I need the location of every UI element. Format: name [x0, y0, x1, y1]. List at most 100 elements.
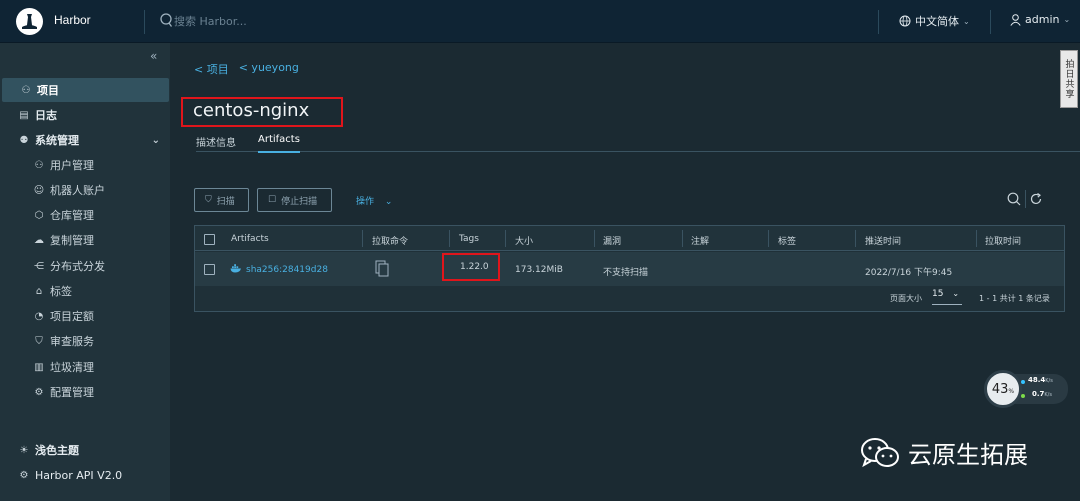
- theme-toggle[interactable]: ☀ 浅色主题: [0, 438, 170, 462]
- column-pull-command[interactable]: 拉取命令: [372, 234, 408, 247]
- column-labels[interactable]: 标签: [778, 234, 796, 247]
- top-nav: Harbor 中文简体 ⌄ admin ⌄: [0, 0, 1080, 43]
- actions-dropdown[interactable]: 操作 ⌄: [356, 194, 392, 207]
- sidebar-item-replications[interactable]: ☁ 复制管理: [0, 228, 170, 252]
- highlight-box: [442, 253, 500, 281]
- shield-icon: ⛉: [205, 195, 212, 205]
- language-label: 中文简体: [915, 15, 959, 28]
- column-divider: [976, 230, 977, 247]
- stop-scan-button[interactable]: ☐ 停止扫描: [257, 188, 332, 212]
- header-divider: [990, 10, 991, 34]
- column-vulnerabilities[interactable]: 漏洞: [603, 234, 621, 247]
- sidebar-item-robot-accounts[interactable]: ☺ 机器人账户: [0, 178, 170, 202]
- trash-icon: ▥: [34, 361, 44, 373]
- artifact-size: 173.12MiB: [515, 265, 563, 275]
- column-annotations[interactable]: 注解: [691, 234, 709, 247]
- shield-icon: ⛉: [35, 335, 43, 347]
- sidebar-item-label: 配置管理: [50, 386, 94, 399]
- table-row[interactable]: sha256:28419d28 1.22.0 173.12MiB 不支持扫描 2…: [195, 252, 1064, 286]
- copy-icon[interactable]: [375, 260, 389, 277]
- sidebar-item-quotas[interactable]: ◔ 项目定额: [0, 304, 170, 328]
- column-size[interactable]: 大小: [515, 234, 533, 247]
- collapse-sidebar-icon[interactable]: «: [150, 49, 157, 63]
- theme-label: 浅色主题: [35, 444, 79, 457]
- robot-icon: ☺: [33, 184, 45, 196]
- quota-icon: ◔: [34, 310, 44, 322]
- search-icon[interactable]: [160, 13, 172, 27]
- sidebar-item-projects[interactable]: ⚇ 项目: [2, 78, 169, 102]
- row-checkbox[interactable]: [204, 264, 215, 275]
- artifact-digest-link[interactable]: sha256:28419d28: [246, 265, 328, 275]
- push-time: 2022/7/16 下午9:45: [865, 268, 953, 278]
- sidebar-item-configuration[interactable]: ⚙ 配置管理: [0, 380, 170, 404]
- logs-icon: ▤: [19, 109, 29, 121]
- column-artifacts[interactable]: Artifacts: [231, 234, 269, 244]
- select-all-checkbox[interactable]: [204, 234, 215, 245]
- sidebar-item-label: 项目: [37, 84, 59, 97]
- sidebar-item-label: 系统管理: [35, 134, 79, 147]
- column-pull-time[interactable]: 拉取时间: [985, 234, 1021, 247]
- docker-icon: [230, 264, 241, 273]
- distribution-icon: ⋲: [34, 260, 44, 272]
- sidebar-item-distributions[interactable]: ⋲ 分布式分发: [0, 254, 170, 278]
- actions-label: 操作: [356, 197, 375, 207]
- header-divider: [878, 10, 879, 34]
- sidebar-item-logs[interactable]: ▤ 日志: [0, 103, 170, 127]
- refresh-icon[interactable]: [1029, 192, 1043, 206]
- download-speed: 0.7K/s: [1032, 390, 1052, 398]
- sidebar-item-labels[interactable]: ⌂ 标签: [0, 279, 170, 303]
- users-icon: ⚇: [34, 159, 44, 171]
- page-size-label: 页面大小: [890, 294, 922, 303]
- cpu-percent: 43%: [984, 370, 1022, 408]
- page-size-select[interactable]: 15 ⌄: [932, 289, 962, 305]
- app-brand[interactable]: Harbor: [54, 13, 91, 27]
- registry-icon: ⬡: [34, 209, 44, 221]
- scan-label: 扫描: [216, 196, 235, 207]
- sidebar-item-label: 仓库管理: [50, 209, 94, 222]
- stop-icon: ☐: [268, 195, 277, 205]
- column-divider: [594, 230, 595, 247]
- sun-icon: ☀: [19, 444, 29, 456]
- chevron-down-icon: ⌄: [384, 197, 393, 207]
- breadcrumb-projects[interactable]: < 项目: [194, 61, 229, 77]
- side-share-tab[interactable]: 拍日共享: [1060, 50, 1078, 108]
- tab-artifacts[interactable]: Artifacts: [258, 134, 300, 153]
- vulnerability-status: 不支持扫描: [603, 268, 649, 278]
- column-push-time[interactable]: 推送时间: [865, 234, 901, 247]
- table-header: Artifacts 拉取命令 Tags 大小 漏洞 注解 标签 推送时间 拉取时…: [195, 226, 1064, 251]
- artifacts-table: Artifacts 拉取命令 Tags 大小 漏洞 注解 标签 推送时间 拉取时…: [194, 225, 1065, 312]
- upload-dot-icon: [1021, 380, 1025, 384]
- chevron-down-icon: ⌄: [963, 16, 970, 26]
- chevron-down-icon: ⌄: [952, 289, 960, 298]
- column-tags[interactable]: Tags: [459, 234, 479, 244]
- sidebar-item-label: 审查服务: [50, 335, 94, 348]
- sidebar-item-interrogation[interactable]: ⛉ 审查服务: [0, 329, 170, 353]
- tag-icon: ⌂: [35, 285, 43, 297]
- breadcrumb: < 项目 < yueyong: [194, 61, 299, 77]
- sidebar: « ⚇ 项目 ▤ 日志 ⚉ 系统管理 ⌄ ⚇ 用户管理 ☺ 机器人账户 ⬡ 仓库…: [0, 43, 170, 501]
- sidebar-item-administration[interactable]: ⚉ 系统管理 ⌄: [0, 128, 170, 152]
- sidebar-item-users[interactable]: ⚇ 用户管理: [0, 153, 170, 177]
- column-divider: [505, 230, 506, 247]
- breadcrumb-project[interactable]: < yueyong: [239, 61, 299, 77]
- upload-speed: 48.4K/s: [1028, 376, 1053, 384]
- language-selector[interactable]: 中文简体 ⌄: [899, 13, 970, 29]
- search-input[interactable]: [174, 12, 374, 30]
- api-explorer-link[interactable]: ⚙ Harbor API V2.0: [0, 463, 170, 487]
- user-menu[interactable]: admin ⌄: [1010, 13, 1070, 26]
- scan-button[interactable]: ⛉ 扫描: [194, 188, 249, 212]
- chevron-down-icon: ⌄: [151, 134, 160, 146]
- gear-icon: ⚙: [34, 386, 44, 398]
- download-dot-icon: [1021, 394, 1025, 398]
- harbor-logo-icon[interactable]: [16, 8, 43, 35]
- globe-icon: [899, 15, 911, 27]
- filter-search-icon[interactable]: [1007, 192, 1021, 206]
- sidebar-item-label: 用户管理: [50, 159, 94, 172]
- tab-info[interactable]: 描述信息: [196, 134, 236, 149]
- sidebar-item-registries[interactable]: ⬡ 仓库管理: [0, 203, 170, 227]
- admin-icon: ⚉: [19, 134, 29, 146]
- username: admin: [1025, 13, 1060, 26]
- chevron-down-icon: ⌄: [1063, 15, 1071, 24]
- stop-scan-label: 停止扫描: [281, 196, 318, 207]
- sidebar-item-gc[interactable]: ▥ 垃圾清理: [0, 355, 170, 379]
